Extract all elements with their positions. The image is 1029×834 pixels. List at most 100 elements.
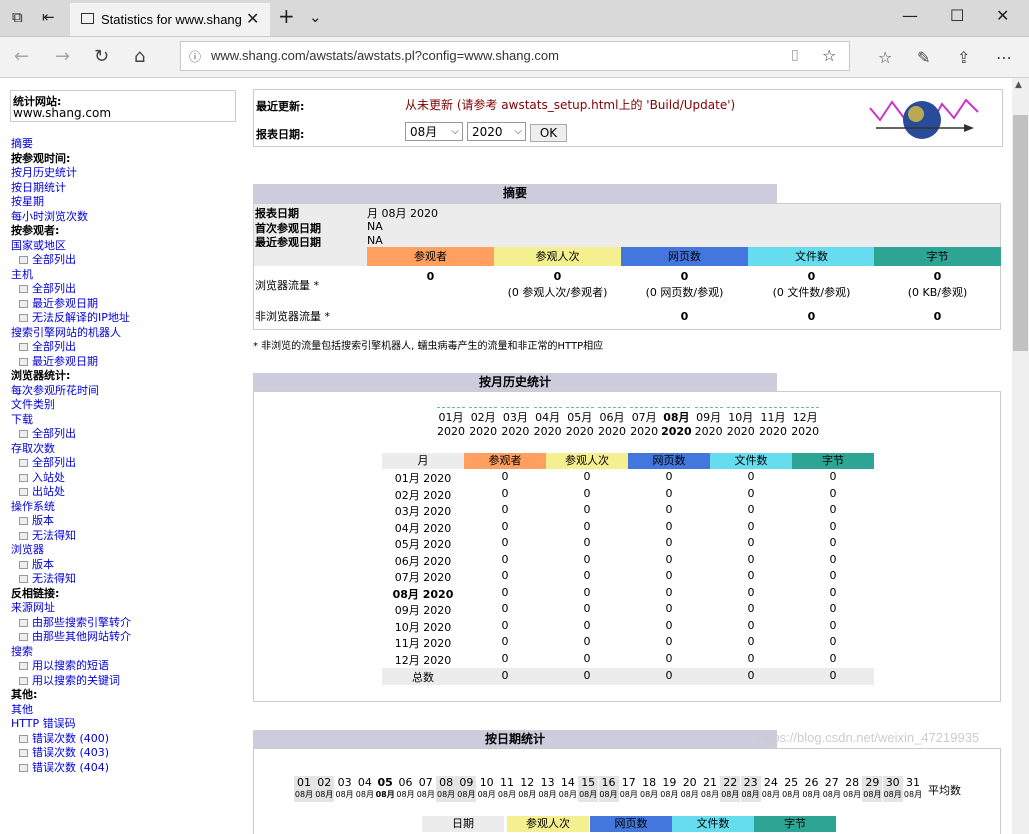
sidebar-link[interactable]: 最近参观日期 bbox=[11, 297, 131, 312]
chevron-down-icon[interactable]: ⌄ bbox=[309, 8, 322, 26]
day-column[interactable]: 09 08月 bbox=[456, 776, 477, 802]
monthly-row-month[interactable]: 02月 2020 bbox=[382, 487, 464, 503]
sidebar-link[interactable]: 无法得知 bbox=[11, 529, 131, 544]
scrollbar-thumb[interactable] bbox=[1013, 115, 1028, 351]
month-column[interactable]: 01月 2020 bbox=[435, 411, 467, 439]
month-column[interactable]: 09月 2020 bbox=[693, 411, 725, 439]
sidebar-link[interactable]: 无法反解译的IP地址 bbox=[11, 311, 131, 326]
sidebar-link[interactable]: 版本 bbox=[11, 558, 131, 573]
day-column[interactable]: 05 08月 bbox=[375, 776, 395, 802]
sidebar-link[interactable]: 全部列出 bbox=[11, 456, 131, 471]
day-column[interactable]: 10 08月 bbox=[477, 776, 497, 802]
more-icon[interactable]: ⋯ bbox=[996, 48, 1012, 67]
sidebar-link[interactable]: 其他 bbox=[11, 703, 131, 718]
month-select[interactable]: 08月 ⌵ bbox=[405, 122, 463, 141]
monthly-row-month[interactable]: 10月 2020 bbox=[382, 619, 464, 635]
url-field[interactable]: ⓘ www.shang.com/awstats/awstats.pl?confi… bbox=[180, 41, 850, 71]
sidebar-link[interactable]: 搜索引擎网站的机器人 bbox=[11, 326, 131, 341]
month-column[interactable]: 06月 2020 bbox=[596, 411, 628, 439]
sidebar-link[interactable]: 出站处 bbox=[11, 485, 131, 500]
day-column[interactable]: 18 08月 bbox=[639, 776, 659, 802]
favorites-list-icon[interactable]: ☆ bbox=[878, 48, 892, 67]
day-column[interactable]: 13 08月 bbox=[538, 776, 558, 802]
sidebar-link[interactable]: 操作系统 bbox=[11, 500, 131, 515]
monthly-row-month[interactable]: 06月 2020 bbox=[382, 553, 464, 569]
vertical-scrollbar[interactable]: ▲ bbox=[1012, 78, 1029, 834]
day-column[interactable]: 02 08月 bbox=[314, 776, 335, 802]
sidebar-link[interactable]: HTTP 错误码 bbox=[11, 717, 131, 732]
sidebar-link[interactable]: 按星期 bbox=[11, 195, 131, 210]
day-column[interactable]: 31 08月 bbox=[903, 776, 923, 802]
sidebar-link[interactable]: 存取次数 bbox=[11, 442, 131, 457]
sidebar-link[interactable]: 由那些其他网站转介 bbox=[11, 630, 131, 645]
day-column[interactable]: 17 08月 bbox=[619, 776, 639, 802]
favorite-star-icon[interactable]: ☆ bbox=[822, 46, 836, 65]
day-column[interactable]: 25 08月 bbox=[781, 776, 801, 802]
sidebar-link[interactable]: 入站处 bbox=[11, 471, 131, 486]
monthly-row-month[interactable]: 05月 2020 bbox=[382, 536, 464, 552]
share-icon[interactable]: ⇪ bbox=[957, 48, 970, 67]
month-column[interactable]: 04月 2020 bbox=[532, 411, 564, 439]
sidebar-link[interactable]: 用以搜索的关键词 bbox=[11, 674, 131, 689]
maximize-icon[interactable]: ☐ bbox=[950, 6, 964, 25]
sidebar-link[interactable]: 摘要 bbox=[11, 137, 131, 152]
ok-button[interactable]: OK bbox=[530, 124, 567, 142]
day-column[interactable]: 07 08月 bbox=[416, 776, 436, 802]
year-select[interactable]: 2020 ⌵ bbox=[467, 122, 526, 141]
day-column[interactable]: 06 08月 bbox=[396, 776, 416, 802]
pen-icon[interactable]: ✎ bbox=[917, 48, 930, 67]
monthly-row-month[interactable]: 12月 2020 bbox=[382, 652, 464, 668]
sidebar-link[interactable]: 下载 bbox=[11, 413, 131, 428]
sidebar-link[interactable]: 按月历史统计 bbox=[11, 166, 131, 181]
monthly-row-month[interactable]: 08月 2020 bbox=[382, 586, 464, 602]
sidebar-link[interactable]: 文件类别 bbox=[11, 398, 131, 413]
day-column[interactable]: 20 08月 bbox=[680, 776, 700, 802]
day-column[interactable]: 21 08月 bbox=[700, 776, 720, 802]
new-tab-icon[interactable]: + bbox=[278, 4, 295, 28]
sidebar-link[interactable]: 错误次数 (400) bbox=[11, 732, 131, 747]
browser-tab[interactable]: Statistics for www.shang ✕ bbox=[70, 3, 270, 36]
day-column[interactable]: 19 08月 bbox=[659, 776, 679, 802]
sidebar-link[interactable]: 浏览器 bbox=[11, 543, 131, 558]
day-column[interactable]: 15 08月 bbox=[578, 776, 599, 802]
refresh-icon[interactable]: ↻ bbox=[94, 46, 109, 67]
monthly-row-month[interactable]: 04月 2020 bbox=[382, 520, 464, 536]
sidebar-link[interactable]: 国家或地区 bbox=[11, 239, 131, 254]
sidebar-link[interactable]: 全部列出 bbox=[11, 427, 131, 442]
sidebar-link[interactable]: 错误次数 (404) bbox=[11, 761, 131, 776]
sidebar-link[interactable]: 来源网址 bbox=[11, 601, 131, 616]
month-column[interactable]: 02月 2020 bbox=[467, 411, 499, 439]
scroll-up-icon[interactable]: ▲ bbox=[1015, 80, 1022, 90]
monthly-row-month[interactable]: 03月 2020 bbox=[382, 503, 464, 519]
sidebar-link[interactable]: 由那些搜索引擎转介 bbox=[11, 616, 131, 631]
sidebar-link[interactable]: 每小时浏览次数 bbox=[11, 210, 131, 225]
sidebar-link[interactable]: 主机 bbox=[11, 268, 131, 283]
day-column[interactable]: 29 08月 bbox=[862, 776, 883, 802]
sidebar-link[interactable]: 全部列出 bbox=[11, 253, 131, 268]
month-column[interactable]: 07月 2020 bbox=[628, 411, 660, 439]
sidebar-link[interactable]: 错误次数 (403) bbox=[11, 746, 131, 761]
month-column[interactable]: 11月 2020 bbox=[757, 411, 789, 439]
day-column[interactable]: 11 08月 bbox=[497, 776, 517, 802]
reading-view-icon[interactable]: ▯ bbox=[791, 47, 799, 63]
day-column[interactable]: 01 08月 bbox=[294, 776, 314, 802]
home-icon[interactable]: ⌂ bbox=[134, 46, 145, 67]
close-window-icon[interactable]: ✕ bbox=[996, 6, 1009, 25]
day-column[interactable]: 22 08月 bbox=[720, 776, 741, 802]
forward-icon[interactable]: → bbox=[55, 46, 70, 67]
tab-actions-icon[interactable]: ⧉ bbox=[12, 8, 23, 26]
monthly-row-month[interactable]: 07月 2020 bbox=[382, 569, 464, 585]
day-column[interactable]: 04 08月 bbox=[355, 776, 375, 802]
month-column[interactable]: 08月 2020 bbox=[660, 411, 692, 439]
day-column[interactable]: 26 08月 bbox=[802, 776, 822, 802]
minimize-icon[interactable]: — bbox=[902, 6, 918, 25]
month-column[interactable]: 12月 2020 bbox=[789, 411, 821, 439]
day-column[interactable]: 12 08月 bbox=[517, 776, 537, 802]
sidebar-link[interactable]: 用以搜索的短语 bbox=[11, 659, 131, 674]
sidebar-link[interactable]: 最近参观日期 bbox=[11, 355, 131, 370]
day-column[interactable]: 30 08月 bbox=[882, 776, 903, 802]
close-tab-icon[interactable]: ✕ bbox=[246, 9, 259, 28]
day-column[interactable]: 08 08月 bbox=[436, 776, 457, 802]
monthly-row-month[interactable]: 11月 2020 bbox=[382, 635, 464, 651]
month-column[interactable]: 05月 2020 bbox=[564, 411, 596, 439]
